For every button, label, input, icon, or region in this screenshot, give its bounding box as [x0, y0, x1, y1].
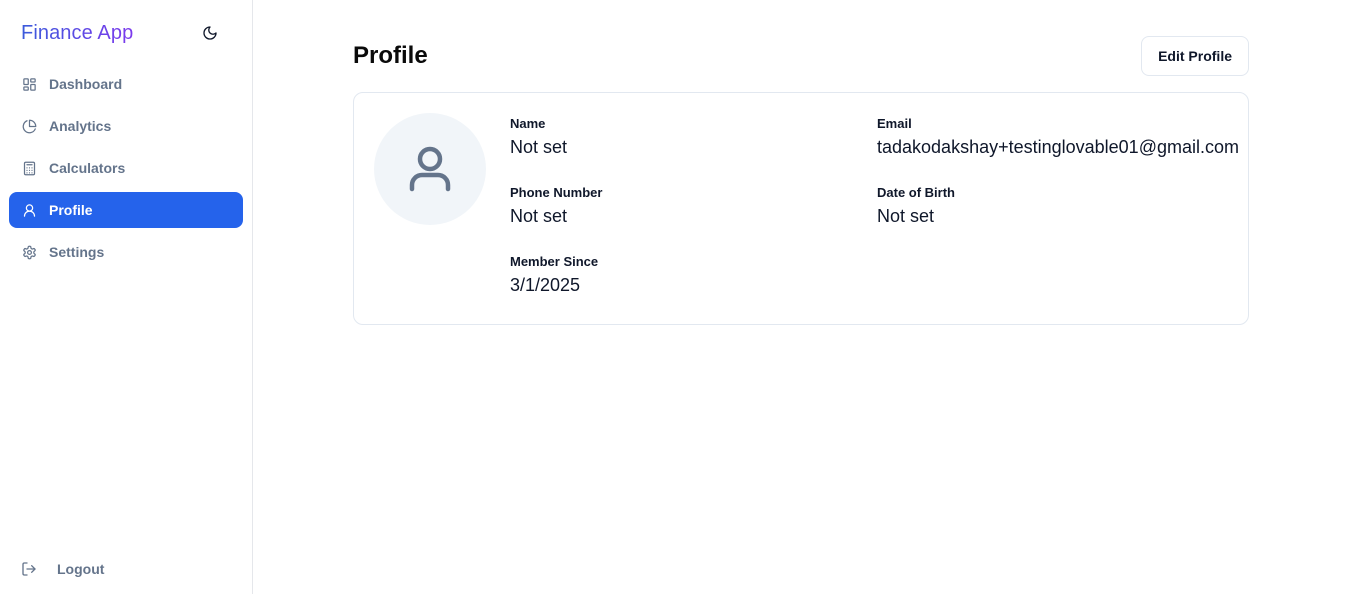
logout-label: Logout — [57, 561, 105, 577]
brand-row: Finance App — [0, 0, 252, 66]
app-shell: Finance App Dashboard Analytics Calculat… — [0, 0, 1350, 594]
dob-field: Date of Birth Not set — [877, 185, 955, 227]
sidebar-item-label: Calculators — [49, 160, 126, 176]
phone-label: Phone Number — [510, 185, 603, 200]
sidebar-item-label: Dashboard — [49, 76, 123, 92]
dashboard-grid-icon — [21, 76, 37, 92]
theme-toggle-button[interactable] — [198, 21, 222, 45]
sidebar: Finance App Dashboard Analytics Calculat… — [0, 0, 253, 594]
email-label: Email — [877, 116, 912, 131]
page-title: Profile — [353, 42, 428, 69]
main-content: Profile Edit Profile Name Not set Email … — [253, 0, 1350, 594]
sidebar-item-profile[interactable]: Profile — [9, 192, 243, 228]
member-since-field: Member Since 3/1/2025 — [510, 254, 598, 296]
member-since-value: 3/1/2025 — [510, 275, 581, 295]
sidebar-item-label: Profile — [49, 202, 93, 218]
user-avatar-icon — [409, 146, 451, 192]
logout-icon — [21, 560, 39, 578]
member-since-label: Member Since — [510, 254, 599, 269]
moon-icon — [203, 26, 217, 40]
logout-button[interactable]: Logout — [21, 560, 104, 578]
sidebar-item-calculators[interactable]: Calculators — [9, 150, 243, 186]
phone-field: Phone Number Not set — [510, 185, 602, 227]
email-value: tadakodakshay+testinglovable01@gmail.com — [877, 137, 1239, 157]
sidebar-item-dashboard[interactable]: Dashboard — [9, 66, 243, 102]
edit-profile-button[interactable]: Edit Profile — [1141, 36, 1249, 76]
email-field: Email tadakodakshay+testinglovable01@gma… — [877, 116, 1239, 158]
calculator-icon — [21, 160, 37, 176]
sidebar-item-label: Analytics — [49, 118, 112, 134]
app-title[interactable]: Finance App — [21, 22, 133, 45]
sidebar-item-label: Settings — [49, 244, 105, 260]
sidebar-item-settings[interactable]: Settings — [9, 234, 243, 270]
gear-icon — [21, 244, 37, 260]
dob-value: Not set — [877, 206, 935, 226]
pie-chart-icon — [21, 118, 37, 134]
dob-label: Date of Birth — [877, 185, 955, 200]
avatar — [374, 113, 486, 225]
phone-value: Not set — [510, 206, 568, 226]
sidebar-item-analytics[interactable]: Analytics — [9, 108, 243, 144]
user-icon — [21, 202, 37, 218]
name-label: Name — [510, 116, 546, 131]
page-header: Profile Edit Profile — [353, 36, 1249, 76]
sidebar-nav: Dashboard Analytics Calculators Profile … — [0, 66, 252, 270]
profile-card: Name Not set Email tadakodakshay+testing… — [353, 92, 1249, 325]
name-value: Not set — [510, 137, 568, 157]
name-field: Name Not set — [510, 116, 567, 158]
